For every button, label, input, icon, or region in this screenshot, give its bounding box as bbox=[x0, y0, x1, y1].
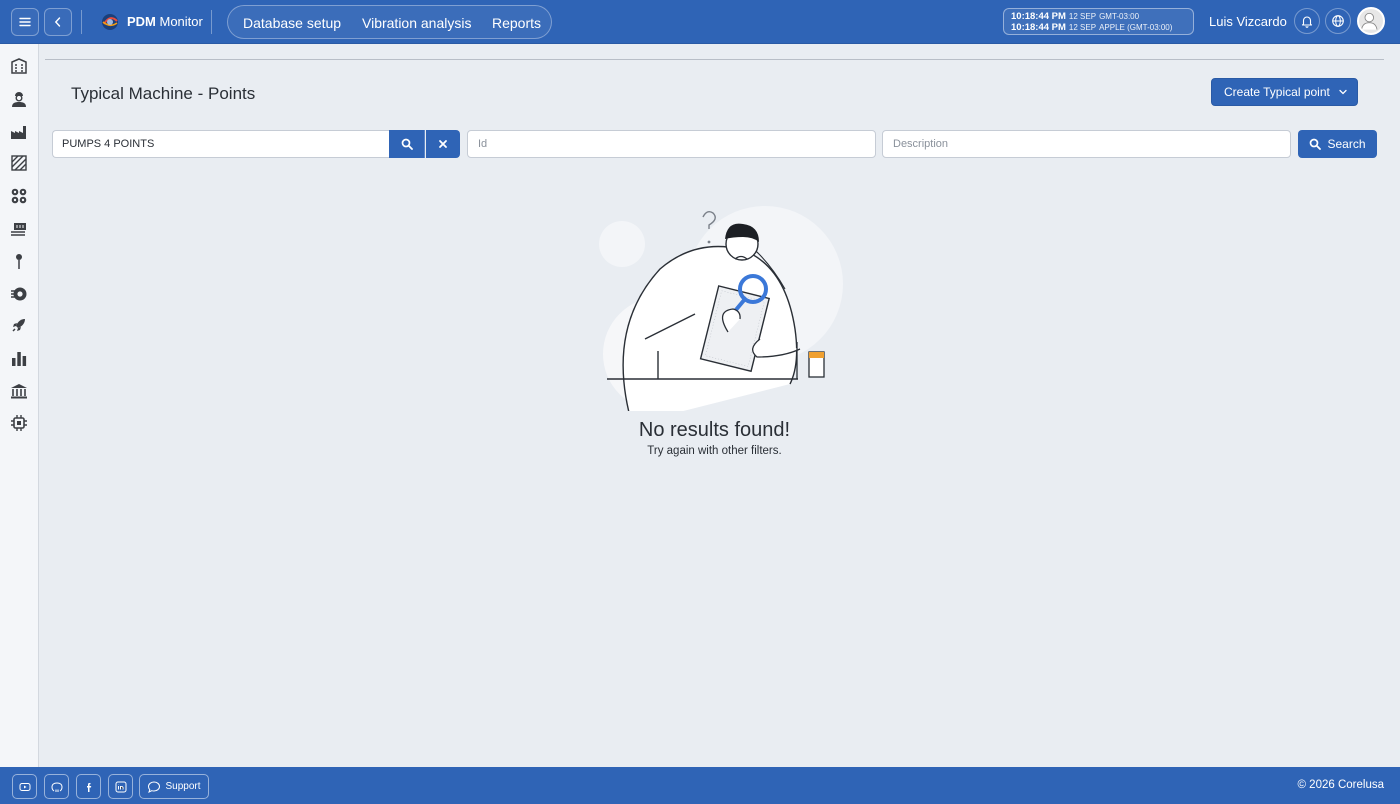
main-content: Typical Machine - Points Create Typical … bbox=[40, 44, 1400, 767]
close-icon bbox=[439, 140, 447, 148]
youtube-icon bbox=[19, 782, 30, 791]
linkedin-button[interactable] bbox=[108, 774, 133, 799]
building-icon bbox=[11, 58, 27, 74]
top-bar: PDM Monitor Database setup Vibration ana… bbox=[0, 0, 1400, 44]
search-icon bbox=[1310, 138, 1322, 150]
chat-bubble-icon bbox=[148, 780, 161, 793]
create-typical-point-button[interactable]: Create Typical point bbox=[1211, 78, 1358, 106]
factory-icon bbox=[11, 126, 26, 139]
github-button[interactable] bbox=[44, 774, 69, 799]
divider bbox=[45, 59, 1384, 60]
facebook-icon bbox=[86, 782, 91, 792]
sidebar-item-components[interactable] bbox=[10, 285, 28, 303]
sidebar-item-launch[interactable] bbox=[10, 316, 28, 334]
search-button-label: Search bbox=[1327, 137, 1366, 151]
brand-name[interactable]: PDM Monitor bbox=[127, 14, 203, 29]
gears-icon bbox=[11, 188, 27, 204]
footer: Support © 2026 Corelusa bbox=[0, 767, 1400, 804]
empty-state-title: No results found! bbox=[638, 419, 791, 441]
user-avatar-icon bbox=[1361, 12, 1378, 30]
area-hatch-icon bbox=[11, 155, 27, 171]
clock-display: 10:18:44 PM 12 SEP GMT-03:00 10:18:44 PM 12… bbox=[1003, 8, 1194, 35]
page-title: Typical Machine - Points bbox=[71, 84, 256, 103]
linkedin-icon bbox=[115, 781, 126, 792]
conveyor-icon bbox=[11, 223, 26, 236]
sidebar-item-staff[interactable] bbox=[10, 90, 28, 108]
bar-chart-icon bbox=[12, 352, 27, 366]
main-nav: Database setup Vibration analysis Report… bbox=[227, 5, 552, 39]
youtube-button[interactable] bbox=[12, 774, 37, 799]
nav-vibration-analysis[interactable]: Vibration analysis bbox=[362, 15, 471, 31]
rocket-icon bbox=[12, 319, 25, 332]
sidebar-item-devices[interactable] bbox=[10, 414, 28, 432]
pin-icon bbox=[16, 254, 22, 269]
search-button[interactable]: Search bbox=[1298, 130, 1377, 158]
copyright-text: © 2026 Corelusa bbox=[1297, 779, 1384, 791]
empty-state-subtitle: Try again with other filters. bbox=[647, 445, 782, 457]
search-icon bbox=[401, 138, 413, 150]
nav-reports[interactable]: Reports bbox=[492, 15, 541, 31]
support-label: Support bbox=[165, 781, 201, 792]
sidebar-item-areas[interactable] bbox=[10, 154, 28, 172]
chevron-down-icon bbox=[1339, 89, 1347, 95]
sidebar bbox=[0, 44, 39, 767]
nav-database-setup[interactable]: Database setup bbox=[243, 15, 341, 31]
hamburger-icon bbox=[19, 17, 31, 27]
machine-clear-button[interactable] bbox=[426, 130, 460, 158]
sidebar-item-institution[interactable] bbox=[10, 382, 28, 400]
language-button[interactable] bbox=[1325, 8, 1351, 34]
chevron-left-icon bbox=[54, 17, 61, 27]
id-filter-input[interactable]: Id bbox=[467, 130, 876, 158]
chip-icon bbox=[11, 415, 27, 431]
sidebar-item-reports[interactable] bbox=[10, 349, 28, 367]
clock-row-local: 10:18:44 PM 12 SEP GMT-03:00 bbox=[1011, 11, 1140, 22]
github-icon bbox=[50, 781, 63, 792]
sidebar-item-building[interactable] bbox=[10, 57, 28, 75]
create-typical-point-label: Create Typical point bbox=[1224, 85, 1330, 99]
sidebar-item-equipment[interactable] bbox=[10, 220, 28, 238]
avatar[interactable] bbox=[1357, 7, 1385, 35]
divider bbox=[211, 10, 212, 34]
back-button[interactable] bbox=[44, 8, 72, 36]
description-filter-input[interactable]: Description bbox=[882, 130, 1291, 158]
bell-icon bbox=[1301, 16, 1313, 28]
divider bbox=[81, 10, 82, 34]
gear-speed-icon bbox=[11, 287, 27, 301]
sidebar-item-plants[interactable] bbox=[10, 123, 28, 141]
support-button[interactable]: Support bbox=[139, 774, 209, 799]
bank-icon bbox=[11, 384, 27, 399]
sidebar-item-machines[interactable] bbox=[10, 187, 28, 205]
engineer-icon bbox=[12, 92, 26, 107]
clock-row-plant: 10:18:44 PM 12 SEP APPLE (GMT-03:00) bbox=[1011, 22, 1173, 33]
machine-search-button[interactable] bbox=[389, 130, 425, 158]
sidebar-item-points[interactable] bbox=[10, 252, 28, 270]
no-results-illustration bbox=[599, 206, 843, 411]
menu-button[interactable] bbox=[11, 8, 39, 36]
user-name[interactable]: Luis Vizcardo bbox=[1209, 14, 1287, 29]
pdm-logo-icon bbox=[102, 14, 118, 30]
facebook-button[interactable] bbox=[76, 774, 101, 799]
globe-icon bbox=[1332, 15, 1344, 27]
machine-filter-input[interactable]: PUMPS 4 POINTS bbox=[52, 130, 389, 158]
notifications-button[interactable] bbox=[1294, 8, 1320, 34]
